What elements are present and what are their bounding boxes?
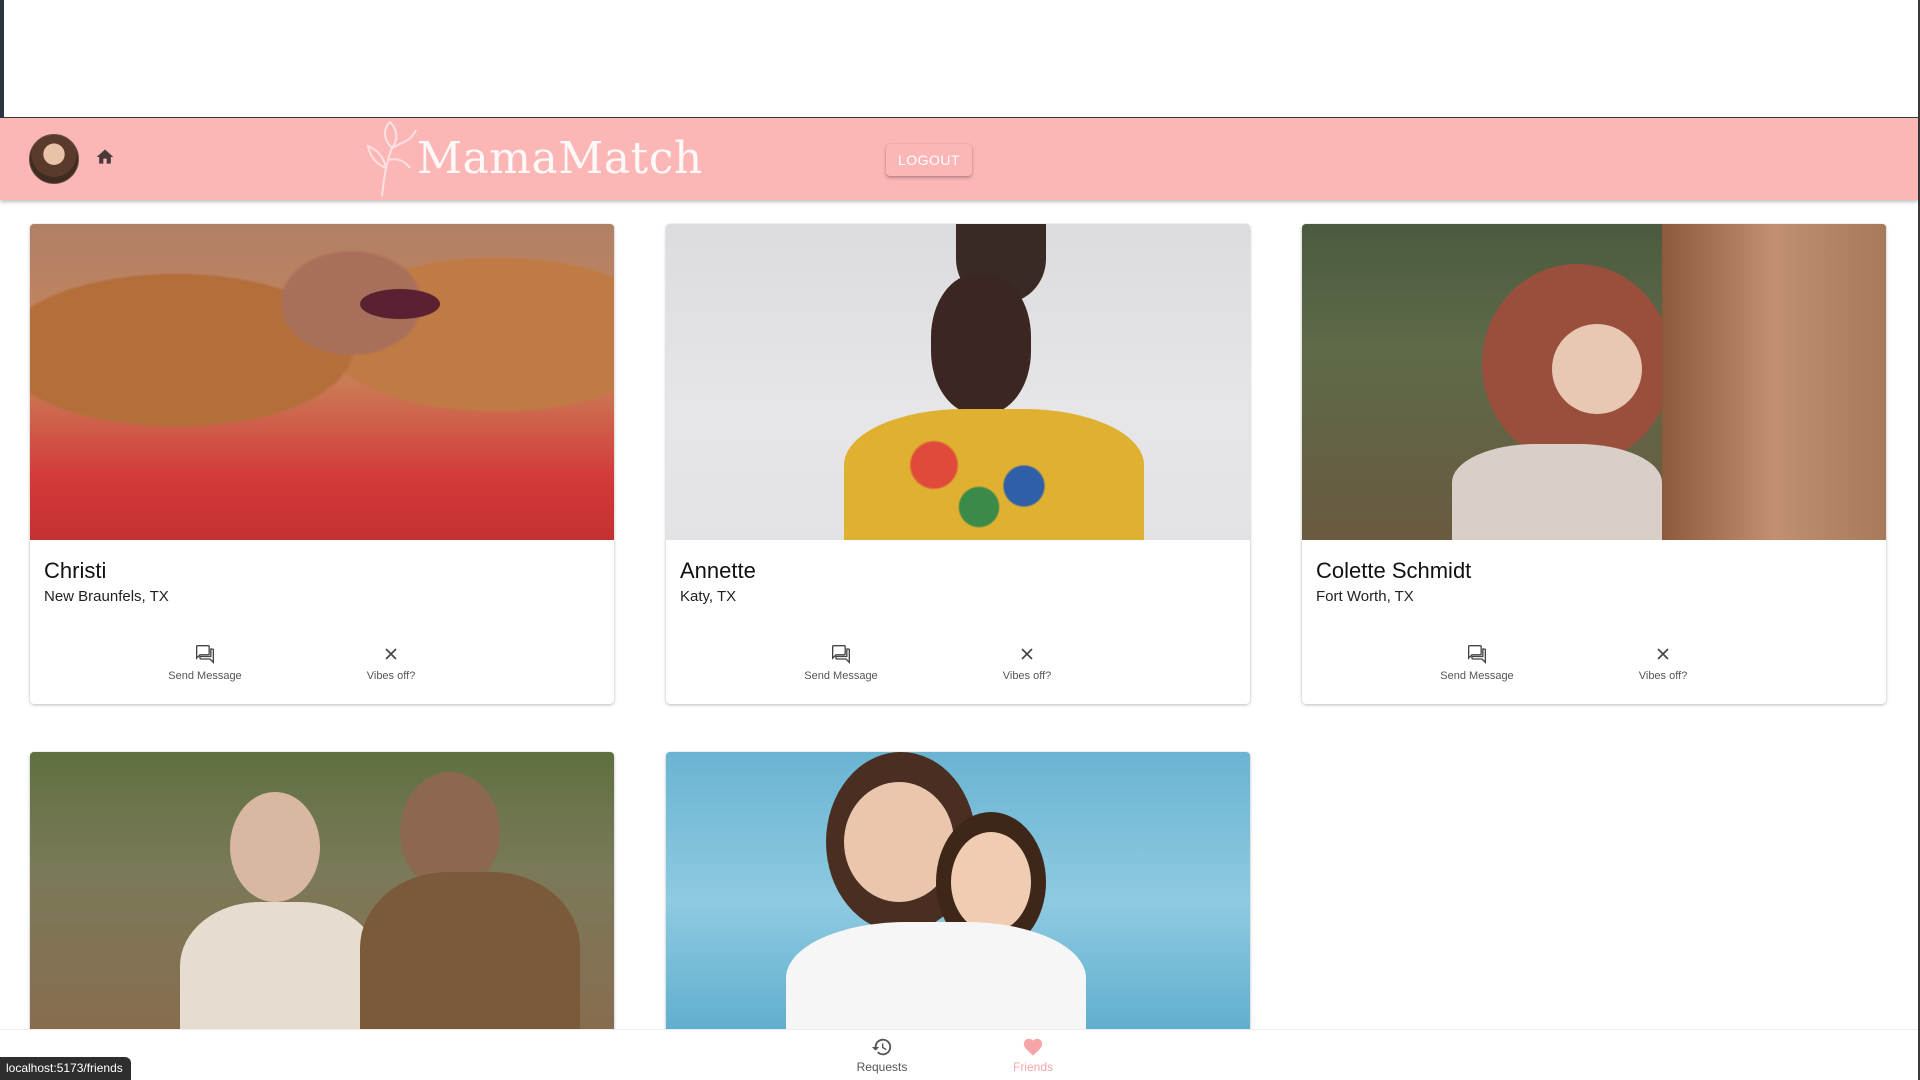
window-edge	[0, 0, 4, 118]
friend-location: Fort Worth, TX	[1316, 588, 1414, 605]
bottom-navigation: Requests Friends	[0, 1029, 1918, 1080]
friend-card: Annette Katy, TX Send Message Vibes off?	[666, 224, 1250, 704]
send-message-label: Send Message	[1440, 670, 1514, 682]
chat-icon	[832, 645, 850, 664]
send-message-label: Send Message	[804, 670, 878, 682]
brand-name: MamaMatch	[417, 133, 703, 184]
profile-photo	[30, 224, 614, 540]
close-icon	[385, 648, 397, 660]
friend-card: Christi New Braunfels, TX Send Message V…	[30, 224, 614, 704]
profile-photo	[666, 224, 1250, 540]
send-message-button[interactable]: Send Message	[145, 644, 265, 682]
friend-card	[30, 752, 614, 1052]
logout-button[interactable]: LOGOUT	[886, 144, 972, 176]
vibes-off-label: Vibes off?	[1002, 670, 1052, 682]
close-icon	[1021, 648, 1033, 660]
close-icon	[1657, 648, 1669, 660]
profile-photo	[30, 752, 614, 1052]
brand-logo: MamaMatch	[362, 118, 702, 200]
vibes-off-button[interactable]: Vibes off?	[331, 644, 451, 682]
chat-icon	[196, 645, 214, 664]
friend-name: Colette Schmidt	[1316, 558, 1472, 583]
nav-requests-label: Requests	[856, 1060, 908, 1074]
app-header: MamaMatch LOGOUT	[0, 118, 1918, 200]
vibes-off-label: Vibes off?	[1638, 670, 1688, 682]
send-message-button[interactable]: Send Message	[781, 644, 901, 682]
friend-name: Annette	[680, 558, 756, 583]
browser-blank-area	[0, 0, 1918, 118]
avatar[interactable]	[29, 134, 79, 184]
send-message-label: Send Message	[168, 670, 242, 682]
nav-friends[interactable]: Friends	[993, 1036, 1073, 1074]
heart-icon	[1023, 1038, 1043, 1056]
profile-photo	[666, 752, 1250, 1052]
vibes-off-button[interactable]: Vibes off?	[967, 644, 1087, 682]
nav-requests[interactable]: Requests	[842, 1036, 922, 1074]
friend-card	[666, 752, 1250, 1052]
flower-logo-icon	[366, 120, 417, 197]
history-icon	[871, 1038, 892, 1056]
friend-location: New Braunfels, TX	[44, 588, 169, 605]
nav-friends-label: Friends	[1012, 1060, 1053, 1074]
chat-icon	[1468, 645, 1486, 664]
home-icon[interactable]	[95, 147, 115, 167]
vibes-off-button[interactable]: Vibes off?	[1603, 644, 1723, 682]
friend-card: Colette Schmidt Fort Worth, TX Send Mess…	[1302, 224, 1886, 704]
status-bar-url: localhost:5173/friends	[0, 1057, 131, 1080]
send-message-button[interactable]: Send Message	[1417, 644, 1537, 682]
friend-location: Katy, TX	[680, 588, 737, 605]
vibes-off-label: Vibes off?	[366, 670, 416, 682]
friend-name: Christi	[44, 558, 107, 583]
profile-photo	[1302, 224, 1886, 540]
